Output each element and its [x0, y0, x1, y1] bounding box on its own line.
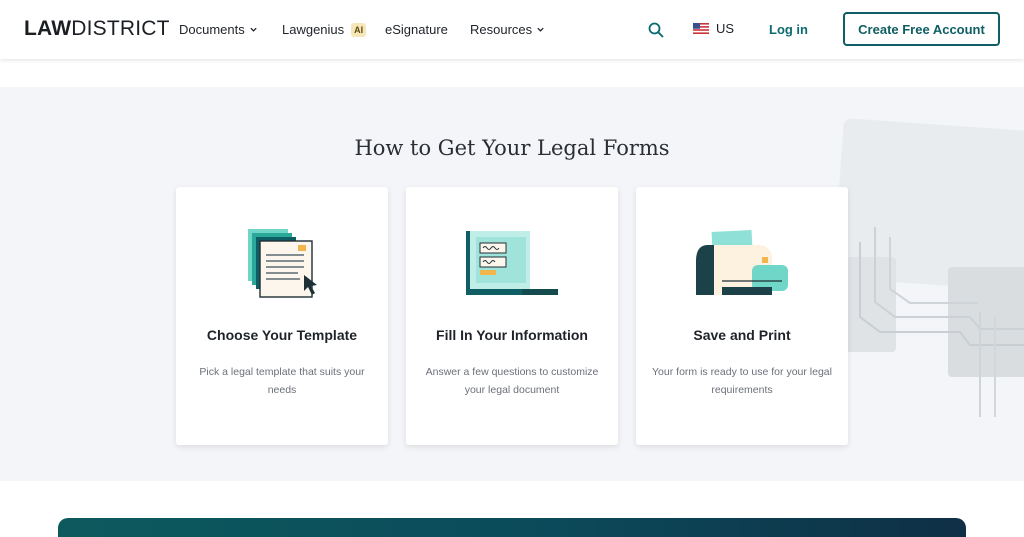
printer-icon — [696, 229, 788, 295]
logo[interactable]: LAWDISTRICT — [24, 17, 170, 41]
card-title: Choose Your Template — [206, 327, 358, 343]
nav-lawgenius[interactable]: Lawgenius AI — [282, 22, 367, 37]
locale-label: US — [716, 21, 735, 36]
step-card-save-print[interactable]: Save and Print Your form is ready to use… — [636, 187, 848, 445]
nav-resources-label: Resources — [470, 22, 533, 37]
fill-form-laptop-icon — [466, 231, 558, 295]
step-card-fill-information[interactable]: Fill In Your Information Answer a few qu… — [406, 187, 618, 445]
create-account-button[interactable]: Create Free Account — [843, 12, 1000, 46]
ai-badge: AI — [351, 22, 367, 37]
card-description: Your form is ready to use for your legal… — [652, 366, 832, 396]
nav-documents[interactable]: Documents — [179, 22, 258, 37]
section-title: How to Get Your Legal Forms — [354, 136, 670, 160]
nav-resources[interactable]: Resources — [470, 22, 545, 37]
card-description: Answer a few questions to customize your… — [425, 366, 599, 396]
card-title: Save and Print — [693, 327, 791, 343]
us-flag-icon — [693, 23, 709, 34]
nav-documents-label: Documents — [179, 22, 245, 37]
how-to-section: How to Get Your Legal Forms Choose Your … — [0, 87, 1024, 481]
promo-banner — [58, 518, 966, 537]
decorative-document-graphic — [833, 118, 1024, 417]
nav-esignature[interactable]: eSignature — [385, 22, 448, 37]
search-icon[interactable] — [647, 21, 665, 39]
nav-esignature-label: eSignature — [385, 22, 448, 37]
locale-selector[interactable]: US — [693, 21, 734, 36]
template-documents-icon — [248, 229, 317, 298]
chevron-down-icon — [537, 27, 544, 32]
chevron-down-icon — [250, 27, 257, 32]
card-title: Fill In Your Information — [436, 327, 588, 343]
logo-law: LAW — [24, 17, 72, 40]
site-header: LAWDISTRICT Documents Lawgenius AI eSign… — [0, 0, 1024, 59]
logo-district: DISTRICT — [71, 17, 170, 40]
step-card-choose-template[interactable]: Choose Your Template Pick a legal templa… — [176, 187, 388, 445]
card-description: Pick a legal template that suits your ne… — [199, 366, 365, 396]
nav-lawgenius-label: Lawgenius — [282, 22, 345, 37]
login-link[interactable]: Log in — [769, 22, 808, 37]
